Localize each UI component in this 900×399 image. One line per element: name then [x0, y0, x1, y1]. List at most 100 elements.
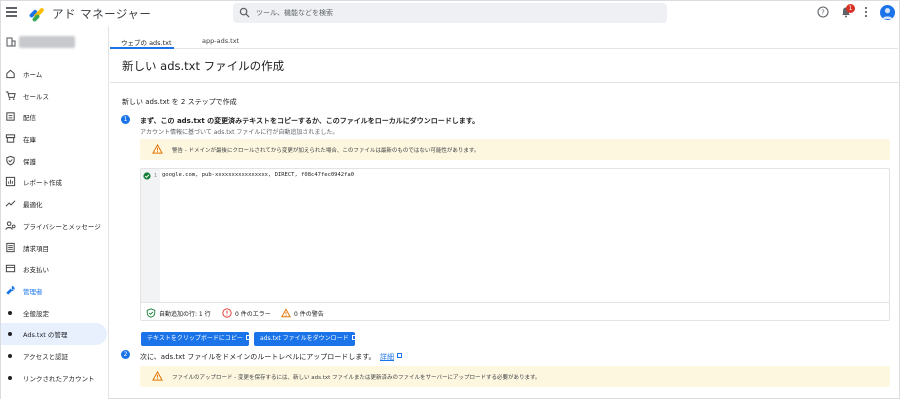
stat-label: 0 件のエラー — [235, 311, 271, 318]
bullet-icon — [8, 332, 12, 337]
app-title: アド マネージャー — [52, 7, 152, 21]
billing-icon — [6, 242, 15, 252]
tab-bar: ウェブの ads.txt app-ads.txt — [110, 32, 898, 49]
sidebar-item-label: Ads.txt の管理 — [23, 331, 68, 340]
open-in-new-icon — [351, 335, 357, 340]
sidebar-item-ads-txt[interactable]: Ads.txt の管理 — [1, 323, 107, 345]
sidebar-item-privacy[interactable]: プライバシーとメッセージ — [1, 215, 109, 237]
wrench-icon — [6, 285, 15, 295]
menu-icon[interactable] — [6, 7, 17, 17]
code-line[interactable]: google.com, pub-xxxxxxxxxxxxxxxx, DIRECT… — [162, 172, 354, 178]
step-2-title: 次に、ads.txt ファイルをドメインのルートレベルにアップロードします。 — [140, 353, 376, 361]
tab-app-ads-txt[interactable]: app-ads.txt — [202, 37, 239, 45]
top-app-bar: アド マネージャー ツール、機能などを検索 ? 1 — [1, 1, 899, 25]
line-number: 1 — [154, 173, 158, 179]
sidebar-item-label: リンクされたアカウント — [23, 374, 95, 383]
sidebar-item-delivery[interactable]: 配信 — [1, 106, 109, 128]
more-options-icon[interactable] — [863, 6, 869, 18]
notification-badge[interactable]: 1 — [846, 4, 855, 13]
open-in-new-icon[interactable] — [397, 353, 402, 358]
sidebar-item-payments[interactable]: お支払い — [1, 258, 109, 280]
button-label: ads.txt ファイルをダウンロード — [260, 335, 349, 342]
account-name-redacted — [19, 36, 75, 48]
sidebar-item-label: 保護 — [23, 157, 36, 166]
sidebar-item-label: 全般設定 — [23, 309, 49, 318]
sidebar-item-label: プライバシーとメッセージ — [23, 222, 101, 231]
privacy-icon — [5, 221, 16, 230]
person-icon — [882, 8, 893, 19]
nav-list: ホーム セールス 配信 在庫 保護 レポート作成 最適化 プライバシーとメッセー… — [1, 63, 109, 388]
sidebar-item-optimization[interactable]: 最適化 — [1, 193, 109, 215]
sidebar-item-linked-accounts[interactable]: リンクされたアカウント — [1, 367, 109, 389]
editor-status-bar: 自動追加の行: 1 行 0 件のエラー 0 件の警告 — [141, 302, 889, 321]
open-in-new-icon — [245, 335, 251, 340]
divider — [110, 82, 899, 83]
step-1-subtitle: アカウント情報に基づいて ads.txt ファイルに行が自動追加されました。 — [140, 129, 339, 136]
sidebar-item-label: 配信 — [23, 114, 36, 123]
sidebar-item-label: 在庫 — [23, 136, 36, 145]
search-placeholder: ツール、機能などを検索 — [256, 9, 333, 17]
sidebar-item-protection[interactable]: 保護 — [1, 150, 109, 172]
warning-text: 警告 - ドメインが最後にクロールされてから変更が加えられた場合、このファイルは… — [172, 148, 480, 154]
sidebar-item-reports[interactable]: レポート作成 — [1, 171, 109, 193]
upload-warning-banner: ファイルのアップロード - 変更を保存するには、新しい ads.txt ファイル… — [140, 366, 890, 387]
sidebar-item-label: ホーム — [23, 71, 43, 79]
warning-text: ファイルのアップロード - 変更を保存するには、新しい ads.txt ファイル… — [172, 375, 541, 381]
sidebar-item-label: 請求項目 — [23, 244, 49, 253]
search-icon — [239, 7, 250, 18]
svg-text:?: ? — [821, 8, 825, 16]
sidebar-item-label: セールス — [23, 92, 49, 101]
copy-to-clipboard-button[interactable]: テキストをクリップボードにコピー — [141, 332, 251, 346]
step-1-title: まず、この ads.txt の変更済みテキストをコピーするか、このファイルをロー… — [140, 117, 480, 125]
button-label: テキストをクリップボードにコピー — [147, 335, 243, 342]
account-avatar[interactable] — [880, 5, 895, 20]
crawl-warning-banner: 警告 - ドメインが最後にクロールされてから変更が加えられた場合、このファイルは… — [140, 139, 890, 160]
home-icon — [6, 69, 15, 79]
details-link[interactable]: 詳細 — [380, 352, 394, 362]
sidebar-item-sales[interactable]: セールス — [1, 85, 109, 107]
sidebar-item-label: レポート作成 — [23, 179, 62, 188]
account-switcher[interactable] — [1, 32, 109, 52]
stat-label: 0 件の警告 — [294, 311, 324, 318]
bullet-icon — [8, 353, 12, 358]
shield-icon — [6, 155, 15, 166]
sidebar-item-admin[interactable]: 管理者 — [1, 280, 109, 302]
tab-web-ads-txt[interactable]: ウェブの ads.txt — [121, 37, 172, 47]
sidebar-item-home[interactable]: ホーム — [1, 63, 109, 85]
warning-icon — [152, 144, 163, 154]
building-icon — [6, 37, 16, 47]
sidebar-item-label: 管理者 — [23, 287, 43, 296]
inventory-icon — [5, 134, 16, 143]
shield-check-icon — [146, 308, 156, 318]
check-circle-icon — [143, 172, 151, 180]
sidebar-item-label: お支払い — [23, 266, 49, 275]
stat-label: 自動追加の行: 1 行 — [159, 311, 211, 318]
cart-icon — [5, 91, 16, 100]
step-2-badge: 2 — [121, 350, 130, 359]
sidebar-item-general-settings[interactable]: 全般設定 — [1, 302, 109, 324]
sidebar-item-access[interactable]: アクセスと認証 — [1, 345, 109, 367]
sidebar-item-billing[interactable]: 請求項目 — [1, 237, 109, 259]
payment-icon — [5, 264, 16, 273]
warning-icon — [281, 308, 291, 318]
bullet-icon — [8, 310, 12, 315]
trend-icon — [5, 200, 16, 207]
help-icon[interactable]: ? — [817, 6, 829, 18]
error-icon — [222, 308, 232, 318]
sidebar-item-inventory[interactable]: 在庫 — [1, 128, 109, 150]
warning-icon — [152, 371, 163, 381]
delivery-icon — [6, 112, 15, 122]
ad-manager-logo — [29, 8, 44, 22]
report-icon — [5, 177, 16, 187]
search-box[interactable]: ツール、機能などを検索 — [233, 3, 667, 23]
bullet-icon — [8, 375, 12, 380]
sidebar-item-label: 最適化 — [23, 201, 43, 210]
editor-gutter: 1 — [141, 169, 160, 302]
ads-txt-editor[interactable]: 1 google.com, pub-xxxxxxxxxxxxxxxx, DIRE… — [140, 168, 890, 321]
page-title: 新しい ads.txt ファイルの作成 — [122, 59, 285, 73]
download-ads-txt-button[interactable]: ads.txt ファイルをダウンロード — [254, 332, 357, 346]
sidebar-item-label: アクセスと認証 — [23, 352, 69, 361]
sidebar: ホーム セールス 配信 在庫 保護 レポート作成 最適化 プライバシーとメッセー… — [1, 26, 109, 399]
active-tab-indicator — [110, 47, 174, 49]
step-1-badge: 1 — [121, 115, 130, 124]
